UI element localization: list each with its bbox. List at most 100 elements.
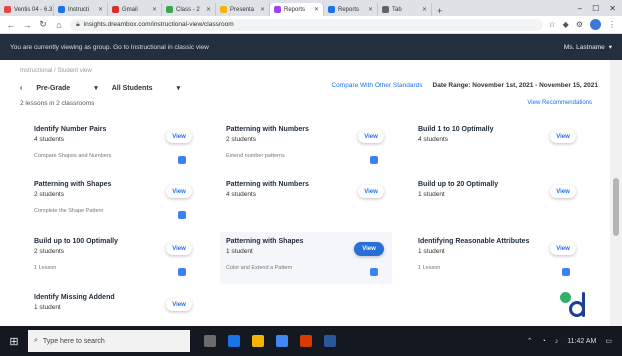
back-icon[interactable]: ← (6, 20, 16, 30)
clock[interactable]: 11:42 AM (567, 338, 596, 345)
maximize-icon[interactable]: ☐ (592, 4, 599, 13)
browser-tab[interactable]: Presenta ✕ (216, 3, 270, 16)
date-range-bar: Compare With Other Standards Date Range:… (331, 82, 598, 89)
tab-close-icon[interactable]: ✕ (422, 6, 427, 13)
network-icon[interactable]: ◔ (542, 338, 546, 345)
tab-close-icon[interactable]: ✕ (314, 6, 319, 13)
browser-tab[interactable]: Class - 2 ✕ (162, 3, 216, 16)
view-button[interactable]: View (166, 242, 192, 255)
account-menu[interactable]: Ms. Lastname ▾ (564, 43, 612, 52)
chevron-down-icon: ▾ (608, 44, 612, 51)
scrollbar-thumb[interactable] (613, 178, 619, 236)
chevron-down-icon: ▾ (176, 85, 181, 92)
main-content: Instructional / Student view ‹ Pre-Grade… (0, 60, 610, 326)
menu-icon[interactable]: ⋮ (608, 20, 616, 29)
reload-icon[interactable]: ↻ (38, 19, 48, 30)
lesson-card[interactable]: Identify Number Pairs 4 students Compare S… (28, 120, 200, 172)
view-button[interactable]: View (166, 185, 192, 198)
recommendations-link[interactable]: View Recommendations (527, 100, 592, 106)
lesson-card[interactable]: Patterning with Shapes 1 student Color and… (220, 232, 392, 284)
tab-close-icon[interactable]: ✕ (152, 6, 157, 13)
students-filter[interactable]: All Students ▾ (112, 84, 181, 93)
date-range[interactable]: Date Range: November 1st, 2021 - Novembe… (433, 82, 598, 89)
task-view-icon[interactable] (204, 335, 216, 347)
star-icon[interactable]: ☆ (549, 20, 556, 29)
taskbar-apps (204, 335, 336, 347)
tab-close-icon[interactable]: ✕ (206, 6, 211, 13)
browser-tab[interactable]: Reports ✕ (270, 3, 324, 16)
profile-avatar[interactable] (590, 19, 601, 30)
volume-icon[interactable]: ♪ (555, 338, 559, 345)
assign-icon[interactable] (178, 268, 186, 276)
lesson-card[interactable]: Identify Missing Addend 1 student View (28, 288, 200, 326)
address-bar[interactable]: 🔒︎ insights.dreambox.com/instructional-v… (70, 18, 543, 31)
browser-tab[interactable]: Instructi ✕ (54, 3, 108, 16)
browser-toolbar: ← → ↻ ⌂ 🔒︎ insights.dreambox.com/instruc… (0, 16, 622, 34)
assign-icon[interactable] (370, 268, 378, 276)
lesson-meta: 1 Lesson (418, 265, 441, 271)
assign-icon[interactable] (178, 211, 186, 219)
tab-label: Gmail (122, 6, 138, 13)
lesson-card[interactable]: Build 1 to 10 Optimally 4 students View (412, 120, 584, 172)
browser-tab[interactable]: Tab ✕ (378, 3, 432, 16)
view-button[interactable]: View (550, 130, 576, 143)
browser-tab[interactable]: Gmail ✕ (108, 3, 162, 16)
grade-filter[interactable]: Pre-Grade ▾ (36, 84, 98, 93)
tab-label: Class - 2 (176, 6, 200, 13)
chevron-down-icon: ▾ (94, 85, 98, 92)
file-explorer-icon[interactable] (252, 335, 264, 347)
word-icon[interactable] (324, 335, 336, 347)
lesson-card[interactable]: Build up to 20 Optimally 1 student View (412, 175, 584, 227)
view-button[interactable]: View (358, 130, 384, 143)
chevron-up-icon[interactable]: ⌃ (527, 337, 533, 345)
home-icon[interactable]: ⌂ (54, 20, 64, 30)
lesson-card[interactable]: Build up to 100 Optimally 2 students 1 Les… (28, 232, 200, 284)
tab-favicon-icon (112, 6, 119, 13)
tab-label: Reports (284, 6, 306, 13)
browser-tab[interactable]: Reports ✕ (324, 3, 378, 16)
extensions-icon[interactable]: ◆ (563, 20, 569, 29)
lesson-meta: Color and Extend a Pattern (226, 265, 293, 271)
new-tab-button[interactable]: + (432, 6, 447, 16)
lesson-count: 2 lessons in 2 classrooms (20, 100, 95, 107)
chrome-icon[interactable] (276, 335, 288, 347)
view-button[interactable]: View (358, 185, 384, 198)
settings-icon[interactable]: ⚙ (576, 20, 583, 29)
view-button[interactable]: View (550, 242, 576, 255)
edge-icon[interactable] (228, 335, 240, 347)
tab-favicon-icon (166, 6, 173, 13)
tab-favicon-icon (4, 6, 11, 13)
lesson-card[interactable]: Patterning with Numbers 4 students View (220, 175, 392, 227)
tab-label: Tab (392, 6, 402, 13)
view-button[interactable]: View (354, 242, 384, 256)
compare-link[interactable]: Compare With Other Standards (331, 82, 422, 89)
view-button[interactable]: View (550, 185, 576, 198)
windows-start-icon[interactable]: ⊞ (0, 326, 28, 356)
office-icon[interactable] (300, 335, 312, 347)
tab-close-icon[interactable]: ✕ (368, 6, 373, 13)
view-button[interactable]: View (166, 298, 192, 311)
tab-favicon-icon (328, 6, 335, 13)
search-placeholder: Type here to search (42, 337, 105, 345)
scrollbar[interactable] (610, 60, 622, 326)
lesson-card[interactable]: Identifying Reasonable Attributes 1 stude… (412, 232, 584, 284)
lesson-card[interactable]: Patterning with Numbers 2 students Extend … (220, 120, 392, 172)
lock-icon: 🔒︎ (76, 20, 80, 28)
tab-favicon-icon (58, 6, 65, 13)
assign-icon[interactable] (562, 268, 570, 276)
close-window-icon[interactable]: ✕ (609, 4, 616, 13)
browser-tab[interactable]: Ventis 04 - 6.3✕ (0, 3, 54, 16)
notification-icon[interactable]: ▭ (605, 337, 612, 345)
assign-icon[interactable] (178, 156, 186, 164)
tab-close-icon[interactable]: ✕ (260, 6, 265, 13)
taskbar-search[interactable]: ⌕ Type here to search (28, 330, 190, 352)
minimize-icon[interactable]: – (578, 4, 582, 13)
tab-close-icon[interactable]: ✕ (98, 6, 103, 13)
tab-favicon-icon (220, 6, 227, 13)
lesson-card[interactable]: Patterning with Shapes 2 students Complete… (28, 175, 200, 227)
forward-icon[interactable]: → (22, 20, 32, 30)
tab-label: Reports (338, 6, 360, 13)
assign-icon[interactable] (370, 156, 378, 164)
view-button[interactable]: View (166, 130, 192, 143)
tab-label: Ventis 04 - 6.3 (14, 6, 53, 13)
